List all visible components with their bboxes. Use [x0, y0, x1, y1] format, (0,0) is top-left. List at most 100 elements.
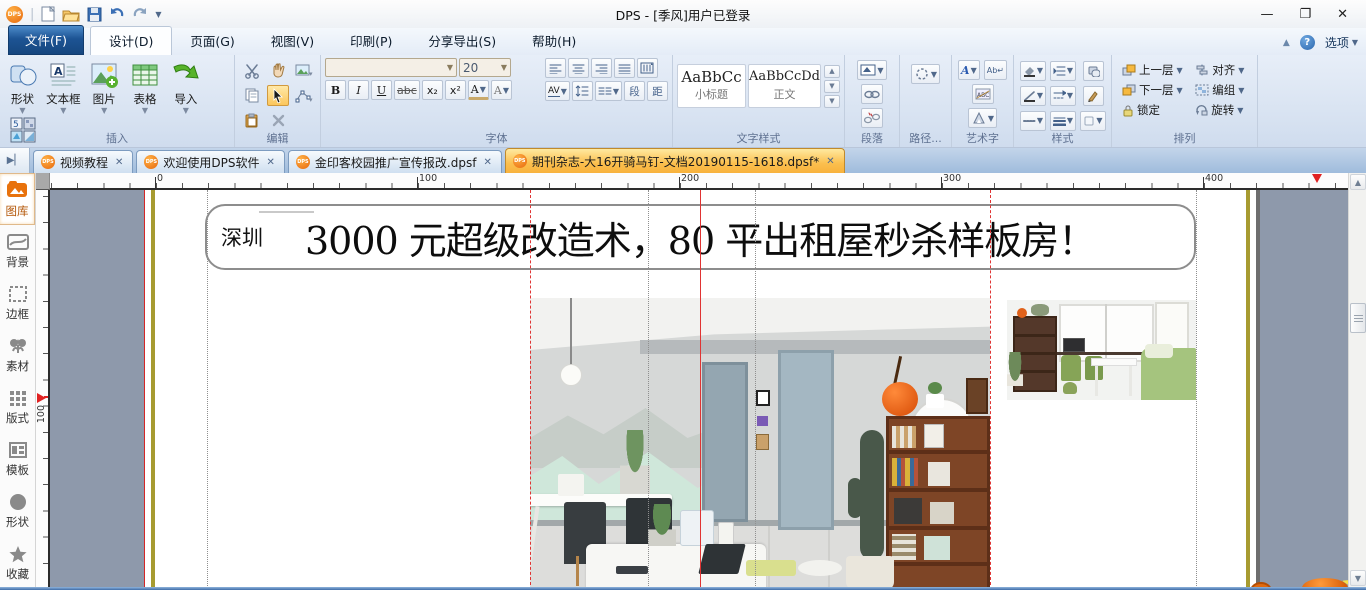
- align-justify-icon[interactable]: [613, 58, 635, 78]
- text-fill-button[interactable]: A ▼: [490, 80, 512, 100]
- tab-share-export[interactable]: 分享导出(S): [410, 27, 514, 55]
- text-direction-button[interactable]: Ab↵: [983, 60, 1007, 80]
- restore-button[interactable]: ❐: [1299, 8, 1311, 21]
- text-style-subtitle[interactable]: AaBbCc 小标题: [677, 64, 746, 108]
- undo-icon[interactable]: [109, 7, 125, 21]
- new-document-icon[interactable]: [41, 6, 56, 22]
- text-wrap-button[interactable]: ▼: [857, 60, 887, 80]
- close-tab-icon[interactable]: ✕: [824, 155, 836, 168]
- sidebar-item-favorites[interactable]: 收藏: [0, 537, 35, 589]
- subscript-button[interactable]: x₂: [421, 80, 443, 100]
- tab-view[interactable]: 视图(V): [253, 27, 332, 55]
- columns-button[interactable]: ▼: [594, 81, 622, 101]
- tab-page[interactable]: 页面(G): [172, 27, 252, 55]
- copy-icon[interactable]: [241, 85, 263, 106]
- font-color-button[interactable]: A ▼: [467, 80, 489, 100]
- sidebar-item-layout[interactable]: 版式: [0, 381, 35, 433]
- superscript-button[interactable]: x²: [444, 80, 466, 100]
- align-button[interactable]: 对齐 ▼: [1195, 62, 1247, 78]
- close-tab-icon[interactable]: ✕: [265, 156, 277, 169]
- insert-textbox-button[interactable]: A 文本框 ▼: [45, 58, 82, 115]
- guide-line[interactable]: [755, 190, 756, 590]
- sidebar-item-template[interactable]: 模板: [0, 433, 35, 485]
- wordart-shadow-button[interactable]: ▼: [967, 108, 998, 128]
- sidebar-item-material[interactable]: 素材: [0, 329, 35, 381]
- styles-more-icon[interactable]: ▼: [824, 94, 840, 108]
- font-size-combo[interactable]: 20 ▼: [459, 58, 511, 77]
- scroll-up-icon[interactable]: ▲: [1350, 174, 1366, 190]
- guide-line[interactable]: [207, 190, 208, 590]
- unlink-frames-icon[interactable]: [861, 108, 883, 128]
- tab-help[interactable]: 帮助(H): [514, 27, 594, 55]
- photo-living-room-small[interactable]: [1007, 300, 1196, 400]
- close-tab-icon[interactable]: ✕: [113, 156, 125, 169]
- tab-print[interactable]: 印刷(P): [332, 27, 410, 55]
- close-tab-icon[interactable]: ✕: [481, 156, 493, 169]
- canvas[interactable]: 深圳 3000 元超级改造术，80 平出租屋秒杀样板房！: [50, 190, 1348, 590]
- margin-guide[interactable]: [990, 190, 991, 590]
- arrow-style-button[interactable]: ▼: [1049, 85, 1077, 106]
- redo-icon[interactable]: [132, 7, 148, 21]
- wordart-style-button[interactable]: ABC: [971, 84, 994, 104]
- guide-line[interactable]: [1196, 190, 1197, 590]
- options-button[interactable]: 选项 ▼: [1325, 34, 1358, 51]
- scroll-down-icon[interactable]: ▼: [1350, 570, 1366, 586]
- dash-style-button[interactable]: ▼: [1019, 110, 1047, 131]
- link-frames-icon[interactable]: [861, 84, 883, 104]
- vertical-scrollbar[interactable]: ▲ ▼: [1348, 173, 1366, 590]
- spacing-settings-button[interactable]: 距: [647, 81, 668, 101]
- close-button[interactable]: ✕: [1337, 8, 1348, 21]
- underline-button[interactable]: U: [371, 80, 392, 100]
- strikethrough-button[interactable]: abc: [394, 80, 420, 100]
- shape-effects-button[interactable]: ▼: [1080, 110, 1106, 131]
- indent-lines-button[interactable]: ▼: [1049, 60, 1077, 81]
- copy-style-button[interactable]: [1082, 60, 1104, 81]
- sidebar-item-shape[interactable]: 形状: [0, 485, 35, 537]
- qat-customize-caret[interactable]: ▼: [155, 10, 161, 19]
- styles-scroll-up-icon[interactable]: ▲: [824, 64, 840, 78]
- fill-color-button[interactable]: ▼: [1019, 60, 1047, 81]
- select-cursor-icon[interactable]: [267, 85, 289, 106]
- font-name-combo[interactable]: ▼: [325, 58, 457, 77]
- paste-icon[interactable]: [241, 110, 263, 131]
- sidebar-item-gallery[interactable]: 图库: [0, 173, 35, 225]
- insert-picture-button[interactable]: 图片 ▼: [86, 58, 123, 115]
- save-icon[interactable]: [87, 7, 102, 22]
- lock-button[interactable]: 锁定: [1122, 102, 1185, 118]
- path-tool-button[interactable]: ▼: [910, 64, 941, 84]
- line-spacing-button[interactable]: [571, 81, 593, 101]
- doc-tab-magazine-active[interactable]: DPS 期刊杂志-大16开骑马钉-文档20190115-1618.dpsf* ✕: [504, 148, 845, 173]
- photo-living-room-large[interactable]: [530, 298, 990, 590]
- cut-icon[interactable]: [241, 60, 263, 81]
- tab-design[interactable]: 设计(D): [89, 26, 173, 55]
- delete-icon[interactable]: [267, 110, 289, 131]
- rotate-button[interactable]: 旋转 ▼: [1195, 102, 1247, 118]
- doc-tab-welcome[interactable]: DPS 欢迎使用DPS软件 ✕: [136, 150, 285, 173]
- margin-guide[interactable]: [530, 190, 531, 590]
- panel-expander[interactable]: ▶▏: [0, 148, 30, 173]
- doc-tab-campaign[interactable]: DPS 金印客校园推广宣传报改.dpsf ✕: [287, 150, 502, 173]
- bring-forward-button[interactable]: 上一层 ▼: [1122, 62, 1185, 78]
- line-weight-button[interactable]: ▼: [1049, 110, 1077, 131]
- send-backward-button[interactable]: 下一层 ▼: [1122, 82, 1185, 98]
- help-icon[interactable]: ?: [1299, 35, 1315, 50]
- wordart-color-button[interactable]: A ▼: [958, 60, 980, 80]
- kerning-button[interactable]: AV ▼: [544, 81, 570, 101]
- paragraph-settings-button[interactable]: 段: [624, 81, 645, 101]
- line-color-button[interactable]: ▼: [1019, 85, 1047, 106]
- text-style-body[interactable]: AaBbCcDd 正文: [748, 64, 821, 108]
- guide-line[interactable]: [648, 190, 649, 590]
- align-left-icon[interactable]: [544, 58, 566, 78]
- styles-scroll-down-icon[interactable]: ▼: [824, 79, 840, 93]
- tab-file[interactable]: 文件(F): [8, 25, 84, 55]
- format-brush-button[interactable]: [1082, 85, 1104, 106]
- sidebar-item-background[interactable]: 背景: [0, 225, 35, 277]
- picture-tool-icon[interactable]: ▾: [293, 60, 315, 81]
- import-button[interactable]: 导入 ▼: [167, 58, 204, 115]
- open-file-icon[interactable]: [62, 7, 81, 22]
- scrollbar-thumb[interactable]: [1350, 303, 1366, 333]
- bold-button[interactable]: B: [325, 80, 346, 100]
- vertical-text-icon[interactable]: [636, 58, 658, 78]
- pan-hand-icon[interactable]: [267, 60, 289, 81]
- align-right-icon[interactable]: [590, 58, 612, 78]
